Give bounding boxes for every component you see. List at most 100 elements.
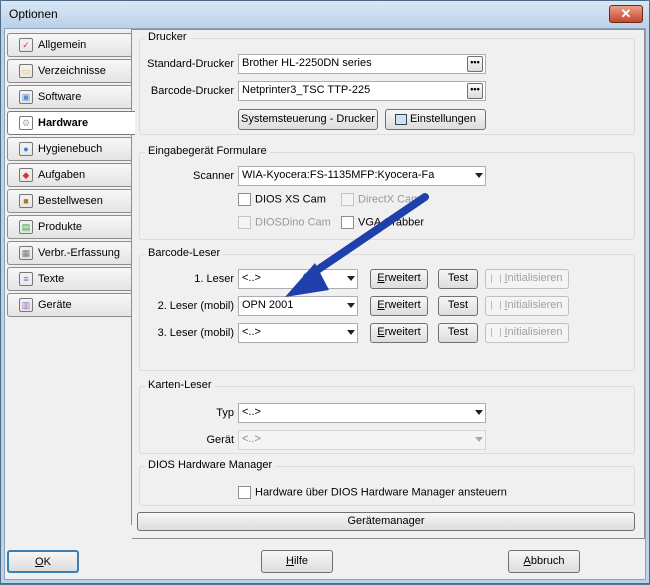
typ-label: Typ	[216, 407, 234, 419]
tab-bestellwesen[interactable]: ■ Bestellwesen	[7, 189, 132, 213]
checkbox-box	[238, 216, 251, 229]
systemsteuerung-drucker-button[interactable]: Systemsteuerung - Drucker	[238, 109, 378, 130]
initialisieren-rest: nitialisieren	[507, 299, 563, 311]
ok-button[interactable]: OK	[7, 550, 79, 573]
close-button[interactable]: ✕	[609, 5, 643, 23]
abbruch-label-hotkey: A	[523, 555, 531, 567]
dios-hardware-manager-group: DIOS Hardware Manager Hardware über DIOS…	[139, 459, 635, 506]
eingabegeraet-group-title: Eingabegerät Formulare	[145, 145, 270, 157]
barcode-leser-1-initialisieren-button[interactable]: Initialisieren	[485, 269, 569, 289]
barcode-leser-1-test-button[interactable]: Test	[438, 269, 478, 289]
einstellungen-button[interactable]: Einstellungen	[385, 109, 486, 130]
geraet-select[interactable]: <..>	[238, 430, 486, 450]
tab-verzeichnisse[interactable]: ▭ Verzeichnisse	[7, 59, 132, 83]
barcode-leser-2-value: OPN 2001	[242, 299, 294, 311]
tab-produkte[interactable]: ▤ Produkte	[7, 215, 132, 239]
abbruch-button[interactable]: Abbruch	[508, 550, 580, 573]
chevron-down-icon	[347, 330, 355, 335]
tab-label: Produkte	[38, 221, 83, 233]
dios-xs-cam-checkbox[interactable]: DIOS XS Cam	[238, 193, 326, 209]
barcode-leser-3-select[interactable]: <..>	[238, 323, 358, 343]
standard-drucker-label: Standard-Drucker	[147, 58, 234, 70]
window-title: Optionen	[9, 7, 58, 21]
tab-label: Texte	[38, 273, 65, 285]
tab-aufgaben[interactable]: ◆ Aufgaben	[7, 163, 132, 187]
software-box-icon: ▣	[19, 90, 33, 104]
tab-label: Hardware	[38, 117, 89, 129]
barcode-drucker-value: Netprinter3_TSC TTP-225	[242, 84, 371, 96]
ok-label-hotkey: O	[35, 556, 44, 568]
scanner-label: Scanner	[193, 170, 234, 182]
eingabegeraet-group: Eingabegerät Formulare Scanner WIA-Kyoce…	[139, 145, 635, 240]
standard-drucker-field[interactable]: Brother HL-2250DN series •••	[238, 54, 486, 74]
geraet-value: <..>	[242, 433, 261, 445]
hilfe-label-hotkey: H	[285, 555, 294, 567]
tab-label: Bestellwesen	[38, 195, 103, 207]
dios-hardware-manager-checkbox[interactable]: Hardware über DIOS Hardware Manager anst…	[238, 486, 507, 502]
barcode-leser-2-initialisieren-button[interactable]: Initialisieren	[485, 296, 569, 316]
barcode-leser-3-test-button[interactable]: Test	[438, 323, 478, 343]
chevron-down-icon	[347, 276, 355, 281]
barcode-leser-1-select[interactable]: <..>	[238, 269, 358, 289]
dios-hardware-manager-group-title: DIOS Hardware Manager	[145, 459, 276, 471]
barcode-leser-3-erweitert-button[interactable]: Erweitert	[370, 323, 428, 343]
barcode-icon	[491, 273, 502, 283]
barcode-icon	[491, 327, 502, 337]
tasks-icon: ◆	[19, 168, 33, 182]
client-area: ✓ Allgemein ▭ Verzeichnisse ▣ Software ⚙ Hardwa…	[4, 28, 646, 580]
tab-texte[interactable]: ≡ Texte	[7, 267, 132, 291]
barcode-leser-2-select[interactable]: OPN 2001	[238, 296, 358, 316]
erweitert-rest: rweitert	[384, 299, 421, 311]
drucker-group-title: Drucker	[145, 31, 190, 43]
tab-allgemein[interactable]: ✓ Allgemein	[7, 33, 132, 57]
barcode-leser-3-label: 3. Leser (mobil)	[157, 327, 234, 339]
barcode-drucker-label: Barcode-Drucker	[150, 85, 234, 97]
checkbox-box	[341, 193, 354, 206]
hilfe-label-rest: ilfe	[293, 555, 308, 567]
barcode-leser-3-initialisieren-button[interactable]: Initialisieren	[485, 323, 569, 343]
ok-label-rest: K	[43, 556, 51, 568]
diosdino-cam-label: DIOSDino Cam	[255, 216, 331, 229]
barcode-drucker-browse-button[interactable]: •••	[467, 83, 483, 99]
vga-grabber-checkbox[interactable]: VGA Grabber	[341, 216, 424, 232]
barcode-leser-2-label: 2. Leser (mobil)	[157, 300, 234, 312]
dios-hardware-manager-label: Hardware über DIOS Hardware Manager anst…	[255, 486, 507, 499]
standard-drucker-browse-button[interactable]: •••	[467, 56, 483, 72]
erweitert-hotkey: E	[377, 299, 385, 311]
geraetemanager-button[interactable]: Gerätemanager	[137, 512, 635, 531]
erweitert-rest: rweitert	[384, 326, 421, 338]
title-bar: Optionen ✕	[1, 1, 649, 27]
close-icon: ✕	[620, 6, 632, 21]
initialisieren-rest: nitialisieren	[507, 272, 563, 284]
diosdino-cam-checkbox[interactable]: DIOSDino Cam	[238, 216, 331, 232]
typ-select[interactable]: <..>	[238, 403, 486, 423]
barcode-leser-1-erweitert-button[interactable]: Erweitert	[370, 269, 428, 289]
scanner-value: WIA-Kyocera:FS-1135MFP:Kyocera-Fa	[242, 169, 435, 181]
checklist-icon: ✓	[19, 38, 33, 52]
tab-verbr-erfassung[interactable]: ▦ Verbr.-Erfassung	[7, 241, 132, 265]
barcode-leser-2-test-button[interactable]: Test	[438, 296, 478, 316]
printer-settings-icon	[394, 113, 407, 125]
barcode-leser-1-value: <..>	[242, 272, 261, 284]
barcode-leser-2-erweitert-button[interactable]: Erweitert	[370, 296, 428, 316]
folder-icon: ▭	[19, 64, 33, 78]
erweitert-hotkey: E	[377, 272, 385, 284]
einstellungen-label: Einstellungen	[409, 113, 477, 125]
tab-geräte[interactable]: ▥ Geräte	[7, 293, 132, 317]
tab-hardware[interactable]: ⚙ Hardware	[7, 111, 135, 135]
tab-software[interactable]: ▣ Software	[7, 85, 132, 109]
checkbox-box	[238, 486, 251, 499]
tab-hygienebuch[interactable]: ● Hygienebuch	[7, 137, 132, 161]
hilfe-button[interactable]: Hilfe	[261, 550, 333, 573]
barcode-drucker-field[interactable]: Netprinter3_TSC TTP-225 •••	[238, 81, 486, 101]
scanner-select[interactable]: WIA-Kyocera:FS-1135MFP:Kyocera-Fa	[238, 166, 486, 186]
checkbox-box	[238, 193, 251, 206]
karten-leser-group: Karten-Leser Typ <..> Gerät <..>	[139, 379, 635, 454]
tab-label: Aufgaben	[38, 169, 86, 181]
options-window: Optionen ✕ ✓ Allgemein ▭ Verzeichnisse ▣ Soft…	[0, 0, 650, 584]
tab-label: Verbr.-Erfassung	[38, 247, 120, 259]
directx-cam-checkbox[interactable]: DirectX Cam	[341, 193, 420, 209]
dios-xs-cam-label: DIOS XS Cam	[255, 193, 326, 206]
barcode-leser-3-value: <..>	[242, 326, 261, 338]
initialisieren-rest: nitialisieren	[507, 326, 563, 338]
